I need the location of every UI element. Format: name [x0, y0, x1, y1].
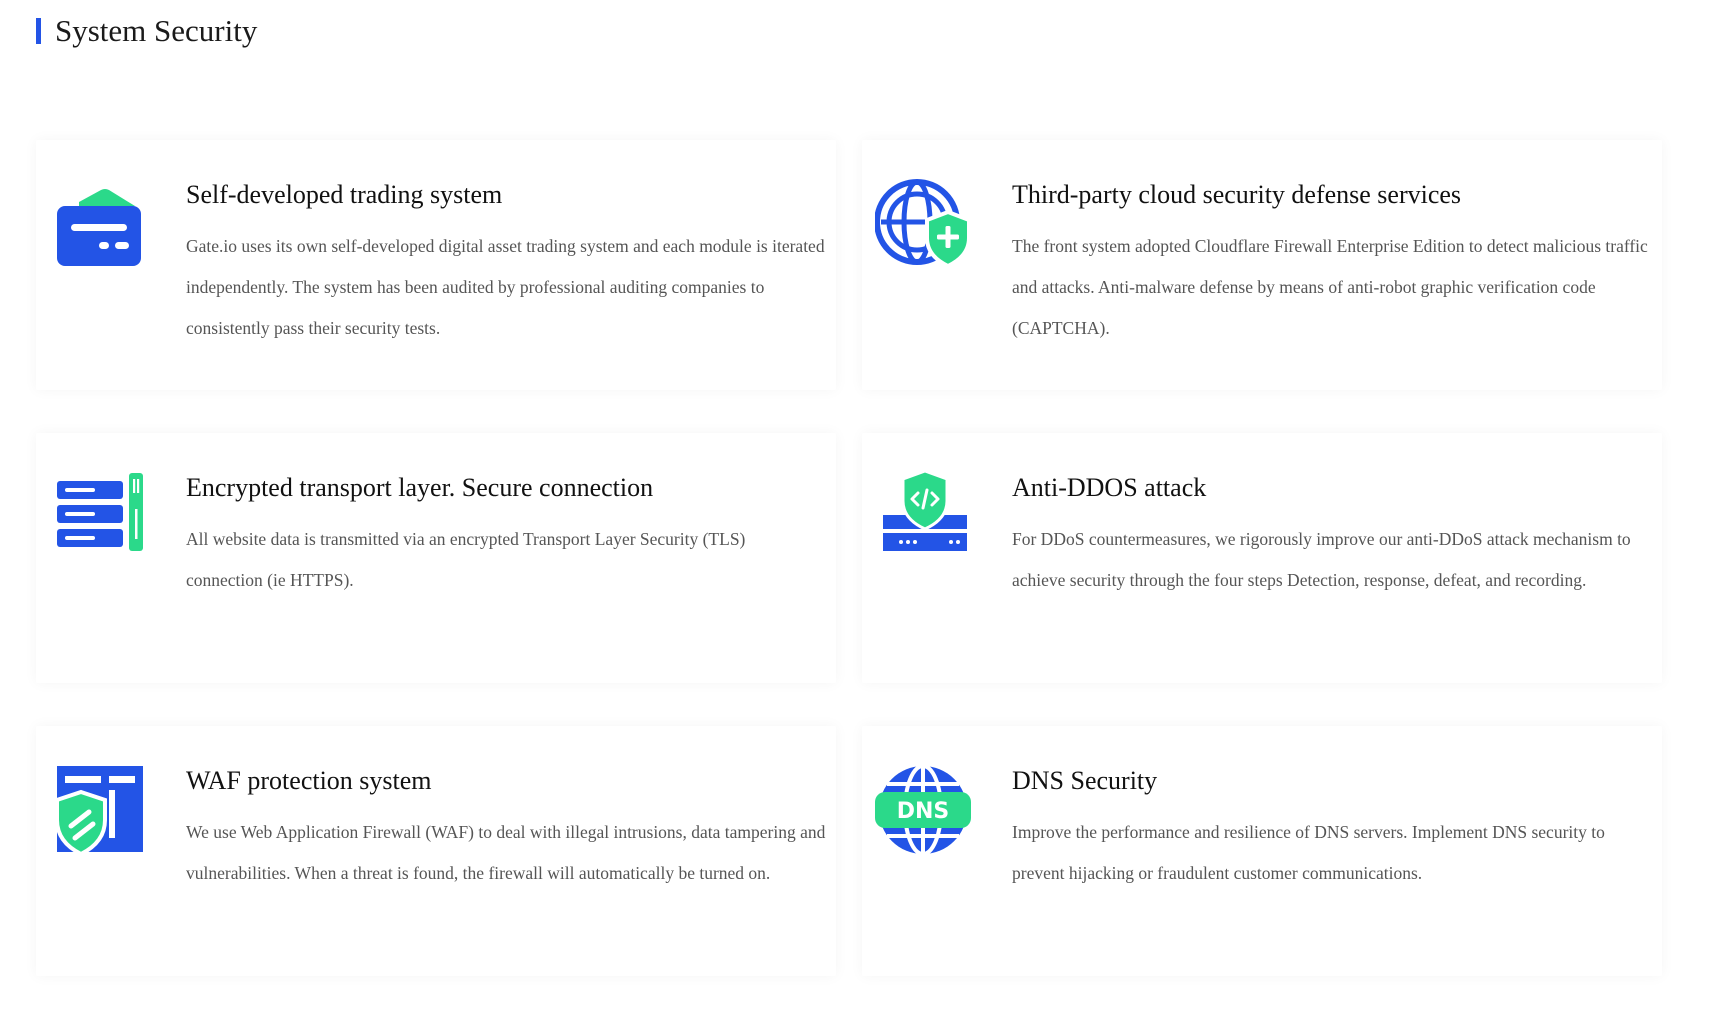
section-header: System Security [36, 14, 257, 48]
card-description: For DDoS countermeasures, we rigorously … [1012, 529, 1631, 590]
card-title: DNS Security [1012, 766, 1158, 795]
dns-globe-icon: DNS [875, 762, 971, 858]
card-title: WAF protection system [186, 766, 432, 795]
card-title: Encrypted transport layer. Secure connec… [186, 473, 654, 502]
card-description: Improve the performance and resilience o… [1012, 822, 1605, 883]
card-description: All website data is transmitted via an e… [186, 529, 746, 590]
card-title: Anti-DDOS attack [1012, 473, 1207, 502]
svg-text:DNS: DNS [897, 799, 950, 824]
feature-card-dns-security: DNS DNS Security Improve the performance… [862, 726, 1662, 976]
feature-card-waf: WAF protection system We use Web Applica… [36, 726, 836, 976]
feature-card-trading-system: Self-developed trading system Gate.io us… [36, 140, 836, 390]
card-description: The front system adopted Cloudflare Fire… [1012, 236, 1648, 338]
card-title: Self-developed trading system [186, 180, 503, 209]
code-shield-server-icon [875, 469, 971, 565]
server-stack-icon [49, 469, 145, 565]
firewall-shield-icon [49, 762, 145, 858]
feature-card-anti-ddos: Anti-DDOS attack For DDoS countermeasure… [862, 433, 1662, 683]
card-description: Gate.io uses its own self-developed digi… [186, 236, 825, 338]
header-accent-bar [36, 18, 41, 44]
feature-card-encrypted-transport: Encrypted transport layer. Secure connec… [36, 433, 836, 683]
page-title: System Security [55, 13, 258, 48]
card-title: Third-party cloud security defense servi… [1012, 180, 1462, 209]
card-description: We use Web Application Firewall (WAF) to… [186, 822, 826, 883]
card-wallet-icon [49, 176, 145, 272]
feature-card-cloud-defense: Third-party cloud security defense servi… [862, 140, 1662, 390]
globe-shield-plus-icon [875, 176, 971, 272]
